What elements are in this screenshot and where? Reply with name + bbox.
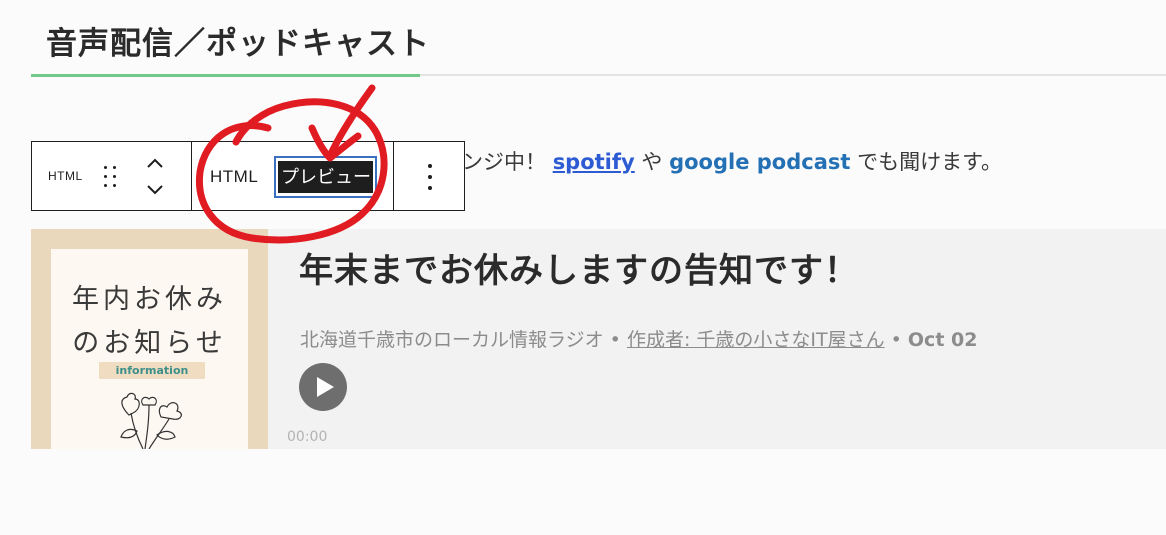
meta-separator: • [609, 329, 621, 351]
spotify-link[interactable]: spotify [553, 150, 635, 174]
move-up-down-icon[interactable] [142, 154, 168, 200]
episode-cover-image: 年内お休み のお知らせ information [31, 229, 268, 449]
author-link[interactable]: 作成者: 千歳の小さなIT屋さん [627, 329, 885, 351]
intro-mid: や [641, 150, 663, 174]
cover-title-line2: のお知らせ [72, 328, 227, 359]
cover-title-line1: 年内お休み [72, 284, 227, 315]
tab-html[interactable]: HTML [210, 167, 258, 187]
heading-accent-bar [31, 74, 420, 77]
block-type-button[interactable]: HTML [48, 169, 83, 183]
intro-tail: でも聞けます。 [857, 150, 1003, 174]
drag-handle-icon[interactable] [102, 163, 118, 191]
meta-separator: • [890, 329, 902, 351]
tab-preview-label: プレビュー [278, 161, 373, 193]
cover-inner: 年内お休み のお知らせ information [51, 249, 248, 449]
section-heading: 音声配信／ポッドキャスト [46, 26, 430, 62]
more-options-icon[interactable] [426, 162, 434, 192]
play-button[interactable] [299, 363, 347, 411]
toolbar-divider [393, 142, 394, 210]
toolbar-divider [191, 142, 192, 210]
flower-illustration [120, 392, 182, 449]
play-icon [317, 377, 334, 397]
show-name: 北海道千歳市のローカル情報ラジオ [300, 329, 604, 351]
playback-time: 00:00 [287, 429, 328, 445]
tab-preview[interactable]: プレビュー [274, 156, 377, 198]
episode-date: Oct 02 [907, 329, 978, 351]
cover-tag: information [99, 362, 205, 379]
episode-meta: 北海道千歳市のローカル情報ラジオ • 作成者: 千歳の小さなIT屋さん • Oc… [300, 325, 977, 352]
google-podcast-link[interactable]: google podcast [669, 150, 850, 174]
intro-text: ンジ中！ spotify や google podcast でも聞けます。 [462, 146, 1002, 176]
intro-lead: ンジ中！ [462, 150, 546, 174]
podcast-card: 年内お休み のお知らせ information 年末までお休みしますの告知です！… [31, 229, 1166, 449]
block-toolbar: HTML HTML プレビュー [31, 141, 465, 211]
episode-title: 年末までお休みしますの告知です！ [299, 251, 859, 291]
